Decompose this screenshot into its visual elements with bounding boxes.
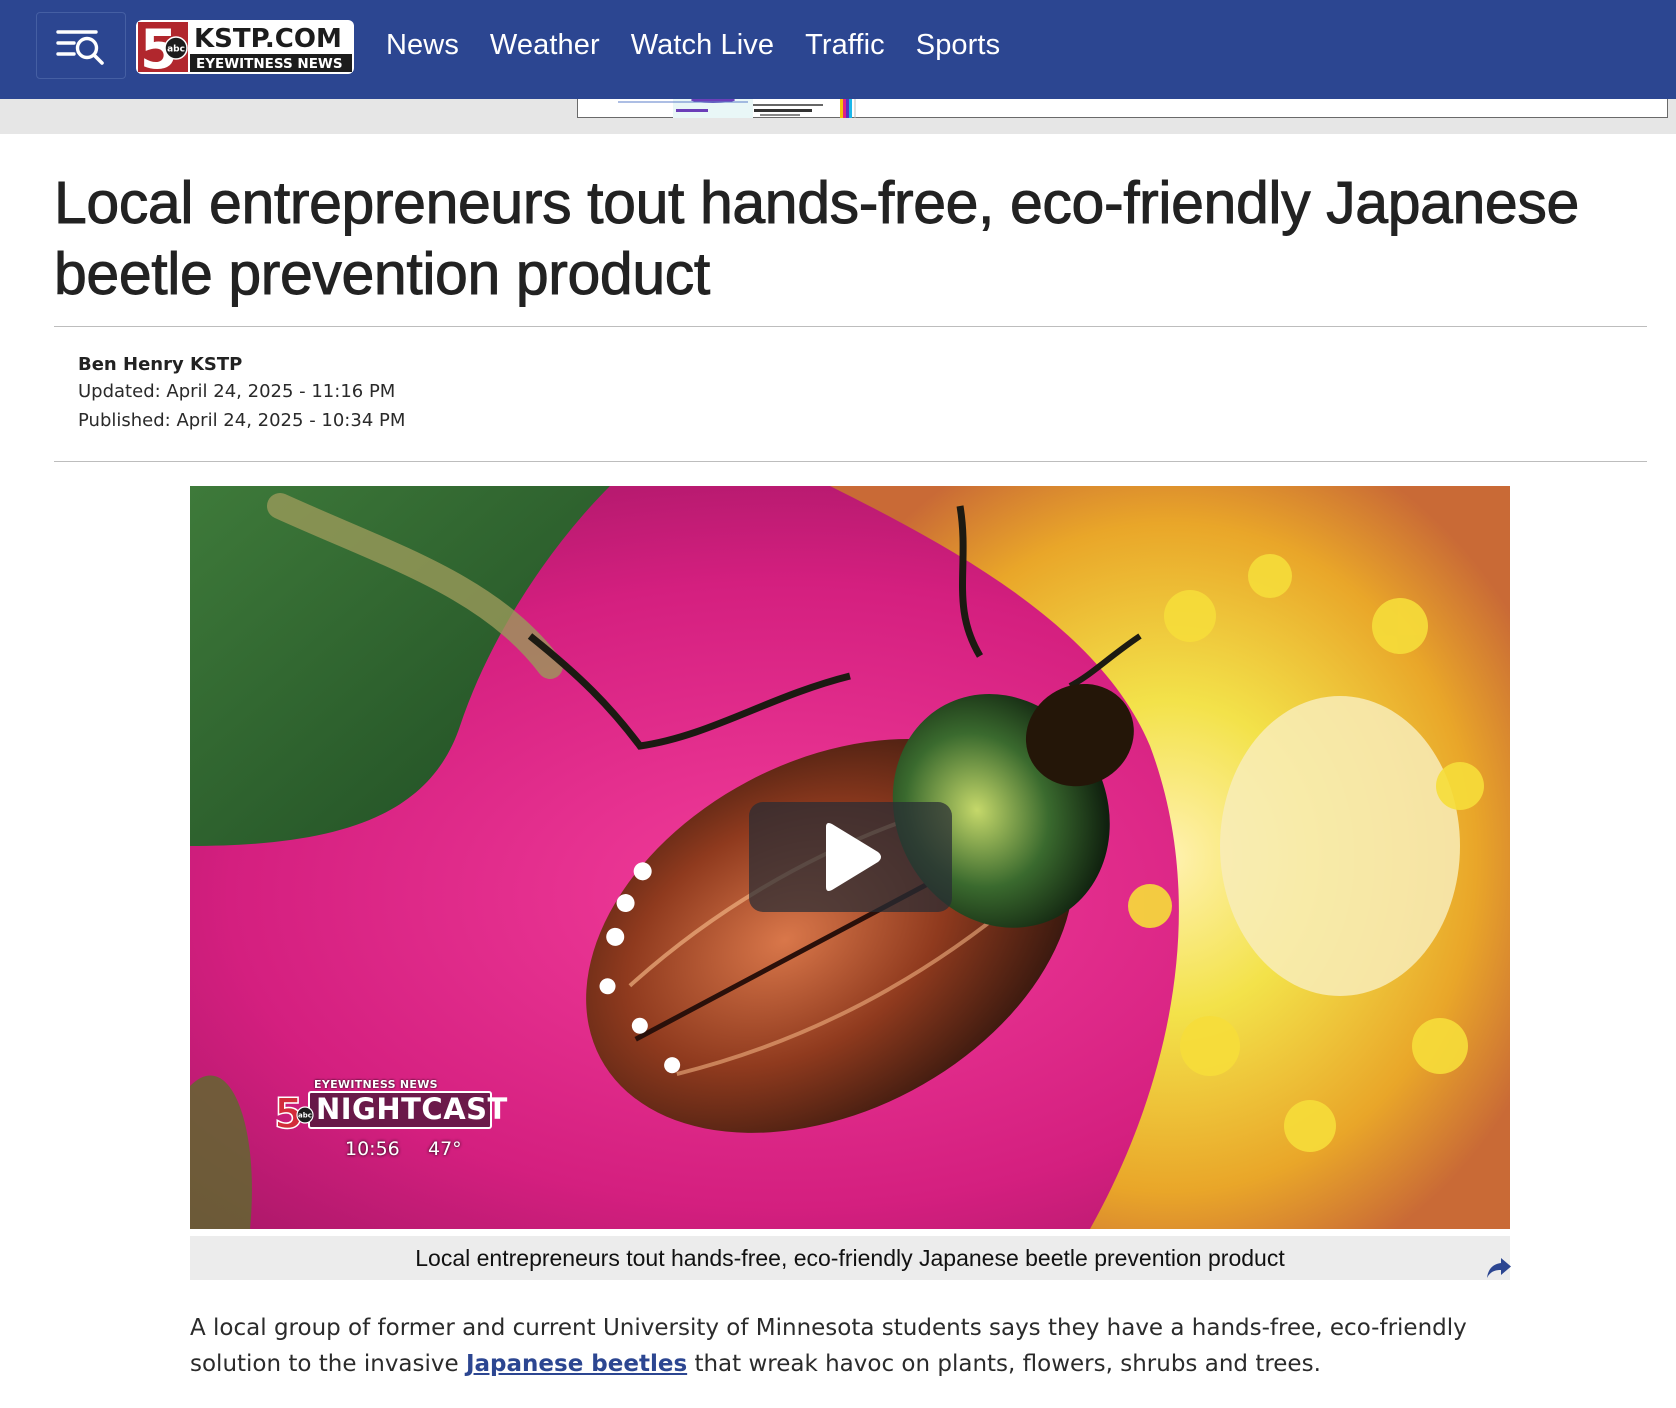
- nav-sports[interactable]: Sports: [916, 29, 1000, 62]
- japanese-beetles-link[interactable]: Japanese beetles: [466, 1351, 687, 1377]
- station-bug: EYEWITNESS NEWS NIGHTCAST 5 abc 10:56 47…: [272, 1078, 512, 1168]
- article-published: Published: April 24, 2025 - 10:34 PM: [78, 410, 406, 431]
- video-caption: Local entrepreneurs tout hands-free, eco…: [415, 1245, 1285, 1271]
- logo-tagline: EYEWITNESS NEWS: [196, 56, 343, 72]
- bug-logo: 5 abc: [273, 1090, 314, 1134]
- nav-news[interactable]: News: [386, 29, 459, 62]
- share-icon[interactable]: [1486, 1257, 1512, 1279]
- article-author: Ben Henry KSTP: [78, 354, 243, 375]
- lead-text-end: that wreak havoc on plants, flowers, shr…: [687, 1351, 1321, 1377]
- ad-banner[interactable]: [577, 97, 1668, 118]
- nav-traffic[interactable]: Traffic: [805, 29, 885, 62]
- bug-time: 10:56: [345, 1138, 400, 1160]
- bug-network: abc: [298, 1112, 312, 1120]
- logo-site: KSTP.COM: [194, 24, 342, 54]
- bug-brand: EYEWITNESS NEWS: [314, 1078, 438, 1091]
- menu-search-icon: [56, 29, 104, 65]
- video-caption-bar: Local entrepreneurs tout hands-free, eco…: [190, 1236, 1512, 1280]
- play-button[interactable]: [749, 802, 952, 912]
- byline: Ben Henry KSTP Updated: April 24, 2025 -…: [78, 353, 405, 435]
- bug-show-name: NIGHTCAST: [316, 1092, 508, 1126]
- divider-bottom: [54, 461, 1647, 462]
- article-title: Local entrepreneurs tout hands-free, eco…: [54, 170, 1580, 308]
- divider-top: [54, 326, 1647, 327]
- article-lead-paragraph: A local group of former and current Univ…: [190, 1310, 1520, 1382]
- main-nav: News Weather Watch Live Traffic Sports: [386, 22, 1000, 68]
- bug-temperature: 47°: [428, 1138, 462, 1160]
- menu-search-button[interactable]: [36, 12, 126, 79]
- logo-network: abc: [167, 45, 185, 55]
- kstp-logo[interactable]: 5 abc KSTP.COM EYEWITNESS NEWS: [134, 18, 356, 76]
- play-icon: [825, 823, 881, 891]
- ad-banner-graphic: [618, 97, 856, 118]
- nav-watch-live[interactable]: Watch Live: [631, 29, 774, 62]
- site-header: 5 abc KSTP.COM EYEWITNESS NEWS News Weat…: [0, 0, 1676, 99]
- video-player[interactable]: EYEWITNESS NEWS NIGHTCAST 5 abc 10:56 47…: [190, 486, 1510, 1229]
- nav-weather[interactable]: Weather: [490, 29, 600, 62]
- article-updated: Updated: April 24, 2025 - 11:16 PM: [78, 381, 396, 402]
